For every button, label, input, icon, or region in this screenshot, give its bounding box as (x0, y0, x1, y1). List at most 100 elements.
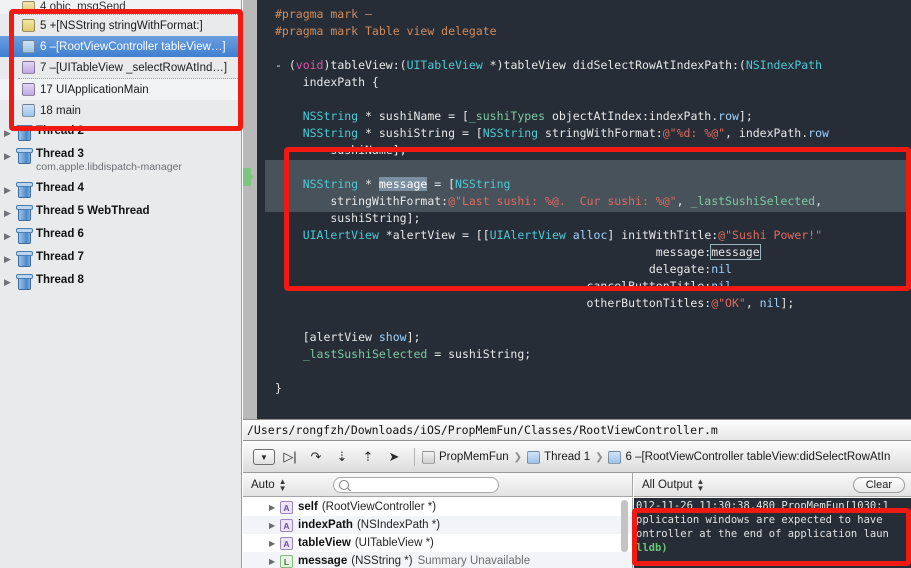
disclosure-triangle-icon[interactable]: ▶ (4, 253, 16, 265)
thread-row[interactable]: ▶ Thread 5 WebThread (0, 201, 242, 224)
thread-spool-icon (16, 228, 31, 243)
disclosure-triangle-icon[interactable]: ▶ (4, 150, 16, 162)
source-code-editor[interactable]: #pragma mark –#pragma mark Table view de… (243, 0, 911, 419)
stack-frame-row[interactable]: 17 UIApplicationMain (0, 79, 242, 100)
thread-label-group: Thread 3com.apple.libdispatch-manager (36, 148, 182, 174)
console-line: pplication windows are expected to have (636, 513, 911, 527)
stack-frame-row[interactable]: 18 main (0, 100, 242, 121)
code-line[interactable] (265, 40, 911, 57)
yellow-frame-icon (22, 19, 35, 32)
variables-scope-popup[interactable]: Auto ▲▼ (251, 478, 287, 492)
thread-title: Thread 5 WebThread (36, 205, 150, 218)
variable-row[interactable]: ▶AtableView(UITableView *) (243, 534, 632, 552)
thread-row[interactable]: ▶Thread 2 (0, 121, 242, 144)
code-line[interactable] (265, 363, 911, 380)
thread-label-group: Thread 7 (36, 251, 84, 264)
variables-list[interactable]: ▶Aself(RootViewController *)▶AindexPath(… (243, 498, 633, 568)
code-line[interactable]: UIAlertView *alertView = [[UIAlertView a… (265, 227, 911, 244)
stack-frame-row[interactable]: 7 –[UITableView _selectRowAtInd…] (0, 57, 242, 78)
stack-frame-label: 4 objc_msgSend (40, 1, 126, 13)
code-line[interactable]: #pragma mark Table view delegate (265, 23, 911, 40)
continue-button[interactable]: ▷| (277, 446, 303, 468)
disclosure-triangle-icon[interactable]: ▶ (4, 184, 16, 196)
console-scope-popup[interactable]: All Output ▲▼ (642, 478, 704, 492)
breadcrumb[interactable]: PropMemFun ❯ Thread 1 ❯ 6 –[RootViewCont… (422, 451, 890, 464)
code-line[interactable]: sushiName]; (265, 142, 911, 159)
thread-spool-icon (16, 274, 31, 289)
debug-navigator[interactable]: 4 objc_msgSend 5 +[NSString stringWithFor… (0, 0, 242, 568)
code-line[interactable]: indexPath { (265, 74, 911, 91)
code-line[interactable]: #pragma mark – (265, 6, 911, 23)
thread-spool-icon (16, 205, 31, 220)
code-line[interactable]: NSString * sushiString = [NSString strin… (265, 125, 911, 142)
argument-variable-icon: A (280, 519, 293, 532)
thread-title: Thread 7 (36, 251, 84, 264)
stack-frame-row[interactable]: 5 +[NSString stringWithFormat:] (0, 15, 242, 36)
thread-row[interactable]: ▶ Thread 7 (0, 247, 242, 270)
code-line[interactable]: message:message (265, 244, 911, 261)
code-line[interactable]: cancelButtonTitle:nil (265, 278, 911, 295)
console-header[interactable]: All Output ▲▼ Clear (634, 473, 911, 497)
variable-row[interactable]: ▶AindexPath (NSIndexPath *) (243, 516, 632, 534)
thread-spool-icon (16, 148, 31, 163)
code-line[interactable]: NSString * sushiName = [_sushiTypes obje… (265, 108, 911, 125)
thread-row[interactable]: ▶Thread 8 (0, 270, 242, 293)
simulate-location-button[interactable]: ➤ (381, 446, 407, 468)
step-into-button[interactable]: ⇣ (329, 446, 355, 468)
thread-row[interactable]: ▶ Thread 3com.apple.libdispatch-manager (0, 144, 242, 178)
toolbar-divider (414, 448, 415, 466)
variables-view-header[interactable]: Auto ▲▼ (243, 473, 633, 497)
code-line[interactable] (265, 397, 911, 414)
stack-frame-row[interactable]: 6 –[RootViewController tableView…] (0, 36, 242, 57)
code-line[interactable]: } (265, 380, 911, 397)
step-out-button[interactable]: ⇡ (355, 446, 381, 468)
stepper-icon-2: ▲▼ (697, 478, 705, 492)
code-line[interactable]: sushiString]; (265, 210, 911, 227)
debug-area[interactable]: Auto ▲▼ All Output ▲▼ Clear ▶Aself(RootV… (243, 473, 911, 568)
thread-row[interactable]: ▶Thread 6 (0, 224, 242, 247)
call-stack-list[interactable]: 4 objc_msgSend 5 +[NSString stringWithFor… (0, 0, 242, 293)
code-line[interactable]: stringWithFormat:@"Last sushi: %@. Cur s… (265, 193, 911, 210)
code-line[interactable]: delegate:nil (265, 261, 911, 278)
disclosure-triangle-icon[interactable]: ▶ (4, 276, 16, 288)
step-over-button[interactable]: ↷ (303, 446, 329, 468)
variable-row[interactable]: ▶Aself(RootViewController *) (243, 498, 632, 516)
thread-label-group: Thread 4 (36, 182, 84, 195)
toggle-debug-area-button[interactable]: ▼ (253, 449, 275, 465)
variable-name: indexPath (298, 519, 353, 531)
clear-console-button[interactable]: Clear (853, 477, 905, 493)
editor-gutter[interactable] (243, 0, 265, 419)
disclosure-triangle-icon[interactable]: ▶ (4, 230, 16, 242)
variable-row[interactable]: ▶Lmessage(NSString *)Summary Unavailable (243, 552, 632, 568)
console-output[interactable]: 012-11-26 11:30:38.480 PropMemFun[1030:1… (634, 498, 911, 568)
stack-frame-label: 17 UIApplicationMain (40, 84, 149, 96)
code-line[interactable] (265, 159, 911, 176)
blue-frame-icon (22, 104, 35, 117)
code-text[interactable]: #pragma mark –#pragma mark Table view de… (265, 0, 911, 419)
code-line[interactable]: NSString * message = [NSString (265, 176, 911, 193)
disclosure-triangle-icon[interactable]: ▶ (4, 127, 16, 139)
variables-scrollbar[interactable] (621, 500, 628, 552)
debug-toolbar[interactable]: ▼ ▷| ↷ ⇣ ⇡ ➤ PropMemFun ❯ Thread 1 ❯ 6 –… (243, 442, 911, 473)
disclosure-triangle-icon[interactable]: ▶ (269, 539, 280, 548)
code-line[interactable] (265, 312, 911, 329)
thread-row[interactable]: ▶ Thread 4 (0, 178, 242, 201)
disclosure-triangle-icon[interactable]: ▶ (4, 207, 16, 219)
local-variable-icon: L (280, 555, 293, 568)
disclosure-triangle-icon[interactable]: ▶ (269, 503, 280, 512)
code-line[interactable]: otherButtonTitles:@"OK", nil]; (265, 295, 911, 312)
code-line[interactable] (265, 91, 911, 108)
variable-type: (NSIndexPath *) (357, 519, 440, 531)
code-line[interactable]: _lastSushiSelected = sushiString; (265, 346, 911, 363)
breadcrumb-process[interactable]: PropMemFun (439, 451, 509, 463)
stack-frame-row[interactable]: 4 objc_msgSend (0, 0, 242, 14)
variables-search-field[interactable] (333, 477, 499, 493)
code-line[interactable]: - (void)tableView:(UITableView *)tableVi… (265, 57, 911, 74)
disclosure-triangle-icon[interactable]: ▶ (269, 557, 280, 566)
program-counter-arrow-icon (243, 168, 254, 186)
breadcrumb-frame[interactable]: 6 –[RootViewController tableView:didSele… (625, 451, 890, 463)
code-line[interactable]: [alertView show]; (265, 329, 911, 346)
console-line: ontroller at the end of application laun (636, 527, 911, 541)
breadcrumb-thread[interactable]: Thread 1 (544, 451, 590, 463)
disclosure-triangle-icon[interactable]: ▶ (269, 521, 280, 530)
